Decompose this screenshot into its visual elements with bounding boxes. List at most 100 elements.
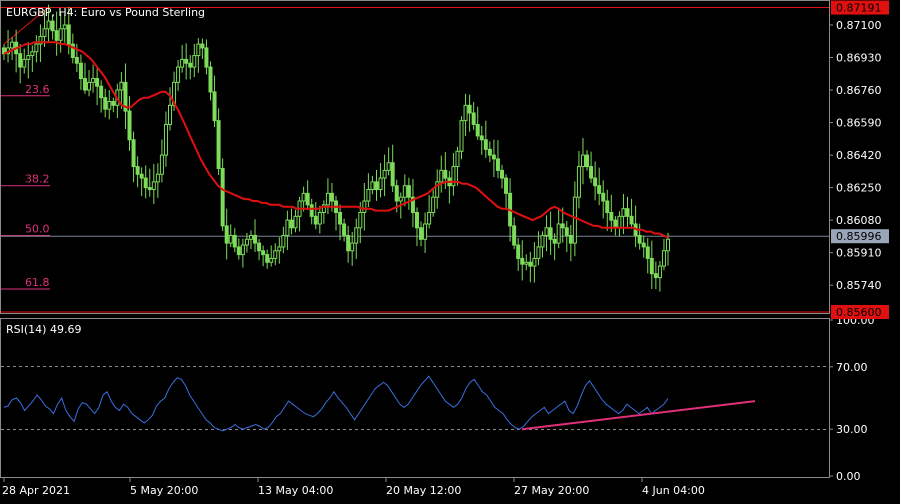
candle: [386, 147, 391, 176]
candle-body: [560, 223, 565, 229]
candle-body: [200, 43, 205, 49]
candle-body: [107, 101, 112, 110]
candle-body: [293, 215, 298, 229]
candle-body: [589, 166, 594, 179]
candle: [87, 70, 92, 97]
candle: [540, 231, 545, 258]
candle: [313, 201, 318, 230]
candle: [236, 238, 241, 260]
candle-body: [265, 254, 270, 263]
candle-body: [556, 223, 561, 244]
rsi-tick-label: 0.00: [836, 470, 861, 483]
candle-body: [147, 187, 152, 191]
candle-body: [617, 215, 622, 229]
price-tick-label: 0.85910: [836, 247, 882, 260]
candle: [645, 238, 650, 274]
candle: [475, 106, 480, 140]
price-axis: 0.87100 0.86930 0.86760 0.86590 0.86420 0.862…: [829, 19, 882, 292]
candle: [548, 211, 553, 255]
candle-body: [374, 181, 379, 191]
candle-body: [82, 78, 87, 91]
candle: [431, 188, 436, 217]
candle-body: [151, 181, 156, 191]
candle: [155, 163, 160, 198]
candle-body: [99, 85, 104, 99]
candle: [528, 251, 533, 283]
candle: [370, 175, 375, 195]
candle: [362, 182, 367, 231]
candle: [305, 180, 310, 211]
candle-body: [34, 43, 39, 53]
candle-body: [338, 211, 343, 225]
candle-body: [653, 273, 658, 279]
candle-body: [358, 211, 363, 229]
candle: [143, 165, 148, 199]
candle-body: [491, 154, 496, 160]
candle: [325, 178, 330, 215]
candle-body: [50, 20, 55, 32]
candle-body: [236, 246, 241, 256]
candle-body: [22, 58, 27, 68]
candle: [6, 29, 11, 63]
candlesticks: [2, 4, 670, 292]
candle: [131, 131, 136, 183]
candle: [139, 167, 144, 197]
candle-body: [317, 211, 322, 225]
candle: [552, 233, 557, 261]
candle: [585, 149, 590, 171]
candle-body: [184, 58, 189, 64]
candle-body: [362, 200, 367, 213]
candle-body: [248, 234, 253, 240]
candle: [78, 54, 83, 90]
candle-body: [414, 211, 419, 229]
candle: [637, 223, 642, 250]
candle: [200, 38, 205, 60]
candle-body: [285, 219, 290, 236]
candle-body: [629, 215, 634, 225]
candle: [14, 29, 19, 73]
candle-body: [54, 30, 59, 41]
candle: [176, 59, 181, 91]
candle: [317, 205, 322, 234]
candle: [414, 207, 419, 247]
candle-body: [402, 185, 407, 198]
candle-body: [325, 192, 330, 206]
candle: [204, 39, 209, 75]
candle: [455, 146, 460, 186]
candle-body: [131, 139, 136, 168]
candle: [297, 196, 302, 232]
candle: [293, 209, 298, 233]
candle: [419, 221, 424, 247]
candle-body: [406, 185, 411, 198]
candle: [269, 245, 274, 267]
candle: [346, 225, 351, 263]
candle: [406, 177, 411, 210]
candle-body: [232, 234, 237, 248]
candle-body: [62, 24, 67, 30]
candle-body: [637, 234, 642, 244]
candle: [532, 242, 537, 283]
candle: [576, 150, 581, 209]
candle: [277, 237, 282, 264]
candle-body: [111, 101, 116, 106]
candle: [520, 240, 525, 281]
candle-body: [613, 219, 618, 229]
price-tick-label: 0.85740: [836, 279, 882, 292]
candle: [159, 139, 164, 183]
candle: [439, 155, 444, 193]
candle-body: [354, 227, 359, 244]
candle-body: [597, 185, 602, 194]
candle-body: [463, 104, 468, 122]
high-price-tag: 0.87191: [836, 2, 882, 15]
candle: [451, 152, 456, 196]
candle-body: [212, 91, 217, 122]
candle: [593, 161, 598, 201]
candle: [240, 238, 245, 268]
candle-body: [483, 139, 488, 150]
candle-body: [192, 55, 197, 68]
price-tick-label: 0.86930: [836, 51, 882, 64]
candle-body: [159, 154, 164, 175]
candle: [649, 240, 654, 289]
candle-body: [382, 169, 387, 179]
candle: [107, 90, 112, 120]
